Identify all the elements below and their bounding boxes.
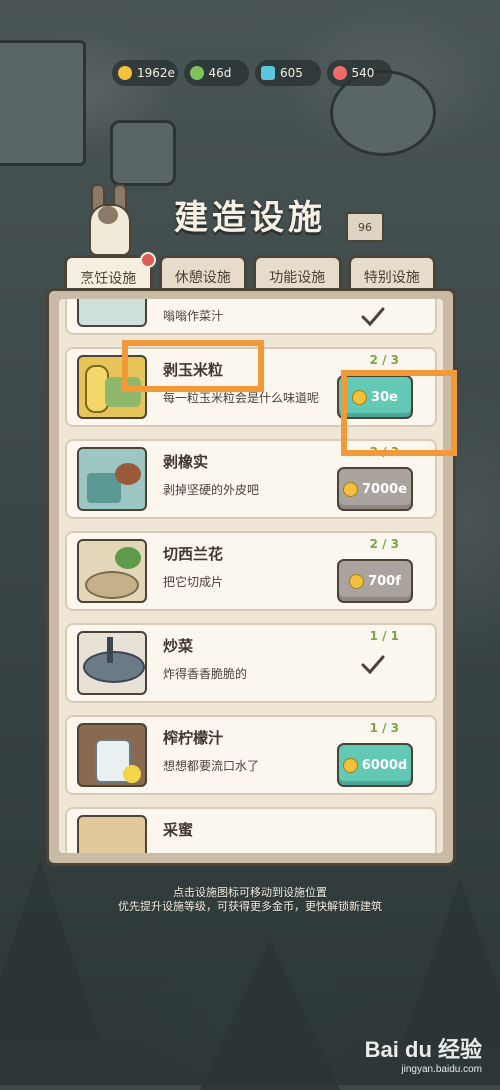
- upgrade-price: 6000d: [361, 757, 408, 773]
- facility-desc: 嗡嗡作菜汁: [163, 309, 224, 323]
- resource-heart: 540: [326, 60, 392, 86]
- coin-icon: [343, 481, 358, 497]
- coin-icon: [349, 573, 365, 589]
- highlight-box-name: [122, 340, 264, 392]
- check-icon: [361, 655, 385, 675]
- tab-cooking-label: 烹饪设施: [80, 270, 137, 287]
- watermark: Bai du 经验 jingyan.baidu.com: [365, 1032, 482, 1075]
- facility-name: 剥橡实: [163, 453, 209, 471]
- tree-bottom: [200, 940, 340, 1090]
- facility-thumbnail[interactable]: [77, 299, 147, 327]
- resource-heart-value: 540: [351, 66, 375, 80]
- resource-gem: 605: [255, 60, 321, 86]
- resource-leaf: 46d: [183, 60, 249, 86]
- coin-icon: [342, 757, 358, 773]
- resource-coin-value: 1962e: [137, 66, 175, 80]
- resource-gem-value: 605: [280, 66, 303, 80]
- facility-thumbnail[interactable]: [77, 723, 147, 787]
- facility-level: 1 / 1: [369, 629, 399, 643]
- facility-desc: 剥掉坚硬的外皮吧: [163, 483, 260, 497]
- coin-icon: [118, 66, 132, 80]
- leaf-icon: [189, 66, 204, 80]
- facility-level: 2 / 3: [369, 537, 399, 551]
- building-topleft: [0, 40, 86, 166]
- tab-rest-label: 休憩设施: [174, 269, 231, 286]
- page-title: 建造设施: [174, 198, 326, 238]
- resource-coin: 1962e: [112, 60, 178, 86]
- notification-badge: [139, 252, 156, 268]
- facility-thumbnail[interactable]: [77, 631, 147, 695]
- hint-line-2: 优先提升设施等级，可获得更多金币，更快解锁新建筑: [118, 900, 382, 913]
- upgrade-price: 700f: [368, 573, 401, 589]
- facility-level: 1 / 3: [369, 721, 399, 735]
- facility-name: 切西兰花: [163, 545, 224, 563]
- facility-desc: 把它切成片: [163, 575, 224, 589]
- check-icon: [361, 307, 385, 327]
- upgrade-button[interactable]: 7000e: [337, 467, 413, 511]
- facility-name: 榨柠檬汁: [163, 729, 224, 747]
- list-item[interactable]: 榨柠檬汁 想想都要流口水了 1 / 3 6000d: [65, 715, 437, 795]
- facility-level: 2 / 3: [369, 353, 399, 367]
- resource-bar: 1962e 46d 605 540: [112, 60, 392, 88]
- heart-icon: [332, 66, 347, 80]
- tab-function-label: 功能设施: [269, 269, 326, 286]
- upgrade-price: 7000e: [362, 481, 407, 497]
- list-item[interactable]: 切西兰花 把它切成片 2 / 3 700f: [65, 531, 437, 611]
- tab-special-label: 特别设施: [363, 269, 420, 286]
- highlight-box-button: [341, 370, 457, 456]
- watermark-url: jingyan.baidu.com: [401, 1064, 482, 1075]
- gem-icon: [261, 66, 275, 80]
- list-item[interactable]: 炒菜 炸得香香脆脆的 1 / 1: [65, 623, 437, 703]
- facility-desc: 炸得香香脆脆的: [163, 667, 248, 681]
- facility-name: 采蜜: [163, 821, 194, 839]
- facility-thumbnail[interactable]: [77, 539, 147, 603]
- list-item[interactable]: 采蜜: [65, 807, 437, 853]
- building-mid: [110, 120, 176, 186]
- facility-name: 炒菜: [163, 637, 194, 655]
- facility-desc: 想想都要流口水了: [163, 759, 260, 773]
- upgrade-button[interactable]: 700f: [337, 559, 413, 603]
- facility-thumbnail[interactable]: [77, 447, 147, 511]
- upgrade-button[interactable]: 6000d: [337, 743, 413, 787]
- list-item[interactable]: 嗡嗡作菜汁: [65, 299, 437, 335]
- facility-thumbnail[interactable]: [77, 815, 147, 853]
- resource-leaf-value: 46d: [208, 66, 232, 80]
- watermark-brand: Bai du 经验: [364, 1037, 482, 1062]
